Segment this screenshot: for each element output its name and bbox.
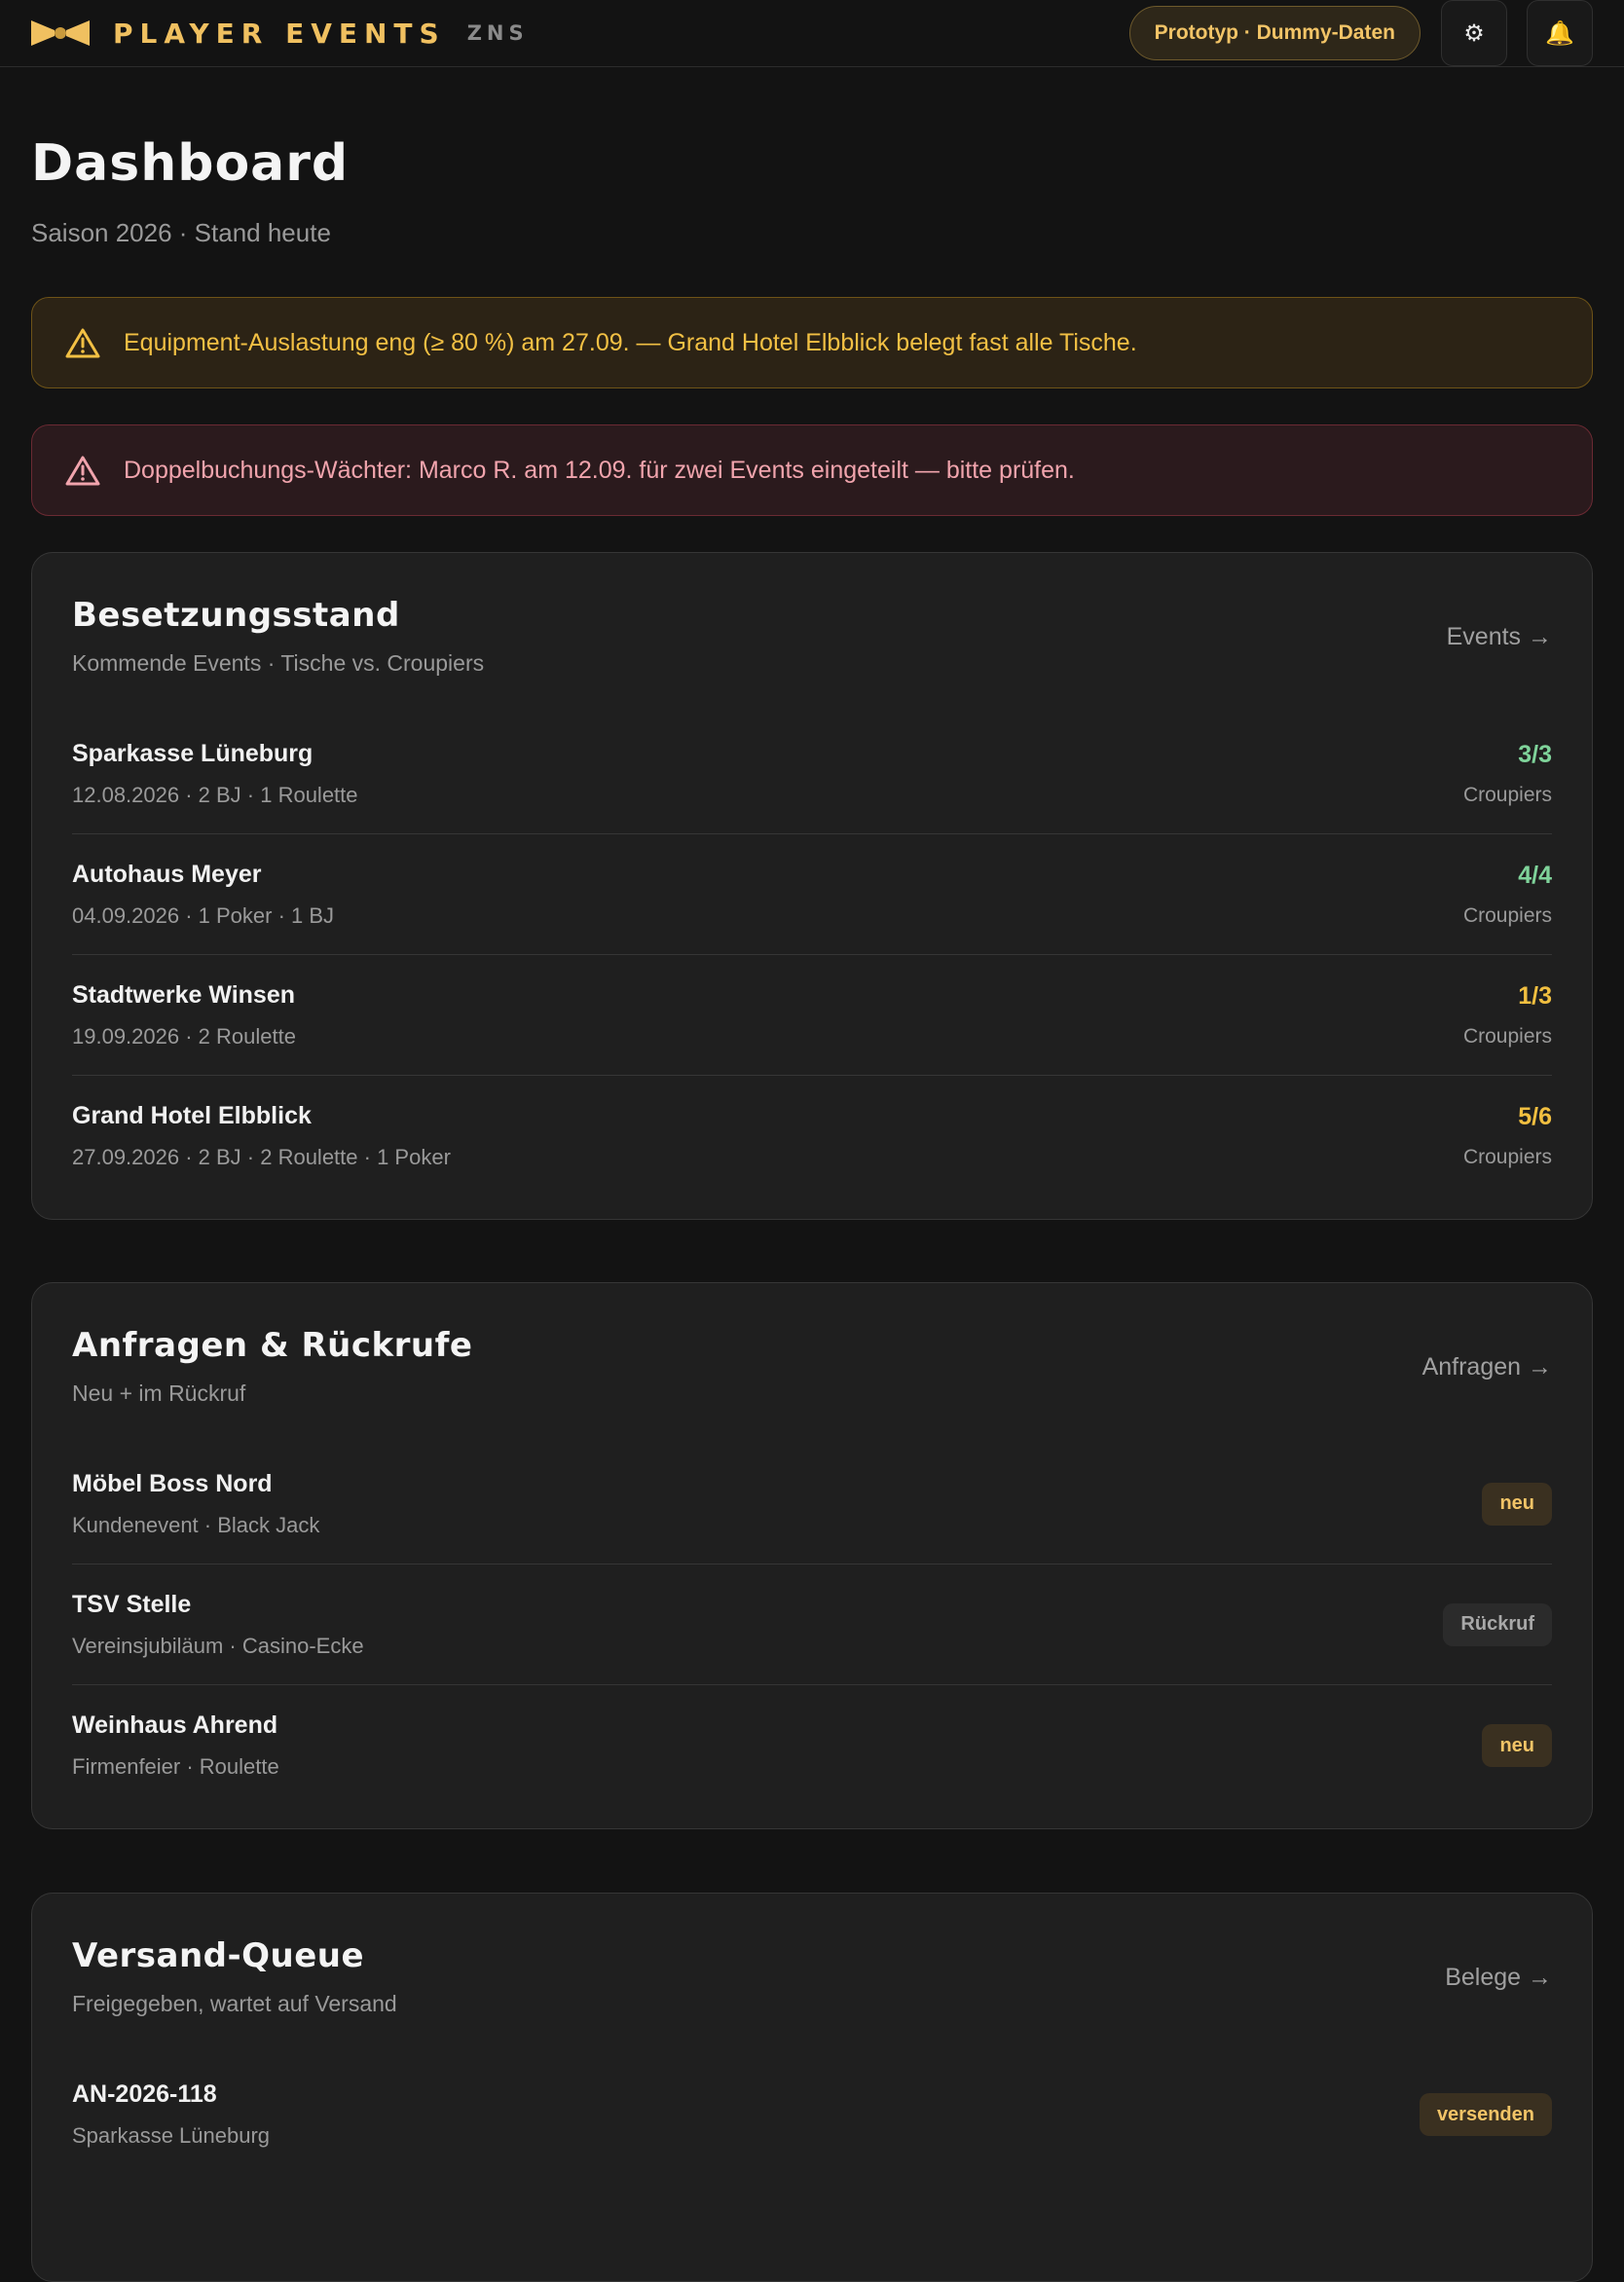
- card-title: Besetzungsstand: [72, 596, 400, 635]
- staffing-ratio: 1/3: [1518, 981, 1552, 1010]
- queue-list: AN-2026-118 Sparkasse Lüneburg versenden: [72, 2054, 1552, 2175]
- warning-triangle-icon: [65, 456, 100, 486]
- event-name: Sparkasse Lüneburg: [72, 739, 314, 767]
- page-subtitle: Saison 2026 · Stand heute: [31, 218, 331, 247]
- notifications-button[interactable]: 🔔: [1527, 0, 1593, 66]
- events-link[interactable]: Events →: [1447, 623, 1552, 651]
- requests-card: Anfragen & Rückrufe Neu + im Rückruf Anf…: [31, 1282, 1593, 1829]
- settings-button[interactable]: ⚙: [1441, 0, 1507, 66]
- bowtie-logo-icon[interactable]: [31, 18, 90, 48]
- event-name: Autohaus Meyer: [72, 860, 262, 888]
- request-row[interactable]: Weinhaus Ahrend Firmenfeier · Roulette n…: [72, 1685, 1552, 1806]
- double-booking-alert[interactable]: Doppelbuchungs-Wächter: Marco R. am 12.0…: [31, 424, 1593, 516]
- staffing-ratio-label: Croupiers: [1462, 1024, 1552, 1048]
- staffing-ratio: 5/6: [1518, 1103, 1552, 1130]
- request-row[interactable]: Möbel Boss Nord Kundenevent · Black Jack…: [72, 1444, 1552, 1564]
- staffing-ratio: 3/3: [1518, 740, 1552, 768]
- shipping-queue-card: Versand-Queue Freigegeben, wartet auf Ve…: [31, 1893, 1593, 2282]
- card-subtitle: Freigegeben, wartet auf Versand: [72, 1991, 397, 2016]
- event-name: Grand Hotel Elbblick: [72, 1102, 312, 1129]
- staffing-ratio-label: Croupiers: [1462, 903, 1552, 927]
- document-customer: Sparkasse Lüneburg: [72, 2123, 271, 2148]
- event-meta: 04.09.2026 · 1 Poker · 1 BJ: [72, 902, 335, 928]
- staffing-list: Sparkasse Lüneburg 12.08.2026 · 2 BJ · 1…: [72, 714, 1552, 1196]
- event-meta: 19.09.2026 · 2 Roulette: [72, 1023, 296, 1049]
- document-number: AN-2026-118: [72, 2080, 217, 2108]
- status-badge: neu: [1482, 1482, 1552, 1526]
- staffing-ratio-label: Croupiers: [1462, 1146, 1552, 1168]
- staffing-ratio: 4/4: [1518, 861, 1552, 889]
- event-row[interactable]: Grand Hotel Elbblick 27.09.2026 · 2 BJ ·…: [72, 1076, 1552, 1196]
- requests-list: Möbel Boss Nord Kundenevent · Black Jack…: [72, 1444, 1552, 1806]
- bell-icon: 🔔: [1545, 19, 1574, 47]
- queue-row[interactable]: AN-2026-118 Sparkasse Lüneburg versenden: [72, 2054, 1552, 2175]
- staffing-ratio-label: Croupiers: [1462, 783, 1552, 806]
- event-meta: 12.08.2026 · 2 BJ · 1 Roulette: [72, 782, 358, 807]
- staffing-card: Besetzungsstand Kommende Events · Tische…: [31, 552, 1593, 1220]
- top-bar: PLAYER EVENTS ZNS Prototyp · Dummy-Daten…: [0, 0, 1624, 67]
- status-badge: neu: [1482, 1724, 1552, 1767]
- page-title: Dashboard: [31, 134, 350, 193]
- send-badge[interactable]: versenden: [1419, 2093, 1552, 2136]
- request-row[interactable]: TSV Stelle Vereinsjubiläum · Casino-Ecke…: [72, 1564, 1552, 1685]
- card-subtitle: Neu + im Rückruf: [72, 1380, 246, 1406]
- documents-link[interactable]: Belege →: [1445, 1964, 1552, 1992]
- status-badge: Rückruf: [1443, 1602, 1552, 1646]
- alert-text: Doppelbuchungs-Wächter: Marco R. am 12.0…: [124, 456, 1075, 484]
- requests-link[interactable]: Anfragen →: [1422, 1353, 1552, 1381]
- request-name: Möbel Boss Nord: [72, 1469, 273, 1497]
- request-meta: Vereinsjubiläum · Casino-Ecke: [72, 1633, 364, 1658]
- event-row[interactable]: Sparkasse Lüneburg 12.08.2026 · 2 BJ · 1…: [72, 714, 1552, 834]
- request-meta: Firmenfeier · Roulette: [72, 1754, 279, 1779]
- warning-triangle-icon: [65, 328, 100, 358]
- card-title: Versand-Queue: [72, 1936, 365, 1975]
- request-name: Weinhaus Ahrend: [72, 1712, 278, 1739]
- request-name: TSV Stelle: [72, 1590, 192, 1618]
- event-name: Stadtwerke Winsen: [72, 980, 296, 1009]
- alert-text: Equipment-Auslastung eng (≥ 80 %) am 27.…: [124, 328, 1137, 356]
- equipment-warning-alert[interactable]: Equipment-Auslastung eng (≥ 80 %) am 27.…: [31, 297, 1593, 388]
- card-subtitle: Kommende Events · Tische vs. Croupiers: [72, 650, 485, 676]
- request-meta: Kundenevent · Black Jack: [72, 1512, 320, 1537]
- card-title: Anfragen & Rückrufe: [72, 1326, 473, 1365]
- prototype-badge[interactable]: Prototyp · Dummy-Daten: [1128, 6, 1421, 60]
- brand-name[interactable]: PLAYER EVENTS: [113, 18, 446, 50]
- gear-icon: ⚙: [1463, 19, 1485, 47]
- event-meta: 27.09.2026 · 2 BJ · 2 Roulette · 1 Poker: [72, 1145, 451, 1169]
- event-row[interactable]: Autohaus Meyer 04.09.2026 · 1 Poker · 1 …: [72, 834, 1552, 955]
- event-row[interactable]: Stadtwerke Winsen 19.09.2026 · 2 Roulett…: [72, 955, 1552, 1076]
- region-label: ZNS: [466, 21, 529, 45]
